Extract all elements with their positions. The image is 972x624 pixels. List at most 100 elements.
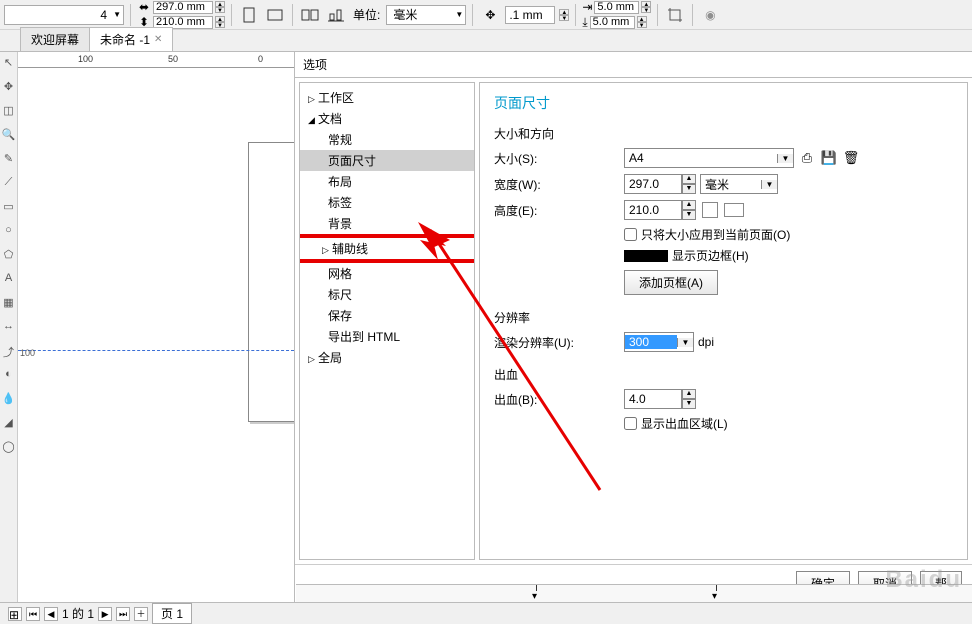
fill-tool-icon[interactable]: ◢ [2, 416, 16, 430]
dup-x-input[interactable] [594, 1, 639, 14]
show-bleed-label: 显示出血区域(L) [641, 415, 728, 432]
save-icon[interactable]: 💾 [820, 149, 838, 167]
property-bar: 4▼ ⬌ ▲▼ ⬍ ▲▼ 单位: 毫米▼ ✥ ▲▼ ⇥▲▼ ⤓▲▼ ◉ [0, 0, 972, 30]
ruler-value: 100 [20, 348, 35, 358]
freehand-tool-icon[interactable]: ✎ [2, 152, 16, 166]
width-label: 宽度(W): [494, 176, 624, 193]
landscape-option[interactable] [724, 203, 744, 217]
dup-y-input[interactable] [590, 16, 635, 29]
crop-icon[interactable] [664, 4, 686, 26]
landscape-button[interactable] [264, 4, 286, 26]
show-border-label: 显示页边框(H) [672, 247, 749, 264]
units-label: 单位: [351, 6, 382, 23]
spin-down[interactable]: ▼ [215, 22, 225, 28]
render-res-label: 渲染分辨率(U): [494, 334, 624, 351]
portrait-button[interactable] [238, 4, 260, 26]
bleed-section: 出血 [494, 366, 953, 383]
dup-x-icon: ⇥ [582, 0, 592, 14]
dialog-title: 选项 [295, 52, 972, 77]
width-input[interactable] [624, 174, 682, 194]
effects-tool-icon[interactable]: ◐ [2, 368, 16, 382]
duplicate-distance: ⇥▲▼ ⤓▲▼ [582, 0, 651, 29]
prev-page-button[interactable]: ◀ [44, 607, 58, 621]
tree-background[interactable]: 背景 [300, 213, 474, 234]
apply-current-label: 只将大小应用到当前页面(O) [641, 226, 790, 243]
connector-tool-icon[interactable]: ⤴ [2, 344, 16, 358]
pick-tool-icon[interactable]: ↖ [2, 56, 16, 70]
tree-page-size[interactable]: 页面尺寸 [300, 150, 474, 171]
toolbox: ↖ ✥ ◫ 🔍 ✎ ⟋ ▭ ○ ⬠ A ▦ ↔ ⤴ ◐ 💧 ◢ ◯ [0, 52, 18, 602]
redacted-checkbox [624, 250, 668, 262]
render-res-combo[interactable]: 300▼ [624, 332, 694, 352]
bleed-input[interactable] [624, 389, 682, 409]
align-bottom-icon[interactable] [325, 4, 347, 26]
portrait-option[interactable] [702, 202, 718, 218]
tree-label[interactable]: 标签 [300, 192, 474, 213]
shape-tool-icon[interactable]: ✥ [2, 80, 16, 94]
page-width-input[interactable] [153, 1, 213, 14]
horizontal-guideline[interactable] [18, 350, 294, 351]
table-tool-icon[interactable]: ▦ [2, 296, 16, 310]
resolution-section: 分辨率 [494, 309, 953, 326]
page-tab-1[interactable]: 页 1 [152, 603, 192, 624]
facing-pages-icon[interactable] [299, 4, 321, 26]
add-page-button[interactable]: ＋ [134, 607, 148, 621]
ellipse-tool-icon[interactable]: ○ [2, 224, 16, 238]
options-icon[interactable]: ◉ [699, 4, 721, 26]
width-icon: ⬌ [137, 0, 151, 14]
show-bleed-checkbox[interactable] [624, 417, 637, 430]
smart-tool-icon[interactable]: ⟋ [2, 176, 16, 190]
page-preset-dropdown[interactable]: 4▼ [4, 5, 124, 25]
apply-current-checkbox[interactable] [624, 228, 637, 241]
canvas[interactable]: 100 50 0 100 [18, 52, 294, 602]
spin-down[interactable]: ▼ [215, 7, 225, 13]
save-preset-icon[interactable]: ⎙ [798, 149, 816, 167]
rectangle-tool-icon[interactable]: ▭ [2, 200, 16, 214]
dimension-tool-icon[interactable]: ↔ [2, 320, 16, 334]
next-page-button[interactable]: ▶ [98, 607, 112, 621]
tab-welcome[interactable]: 欢迎屏幕 [20, 27, 90, 51]
dpi-label: dpi [698, 335, 714, 349]
close-icon[interactable]: ✕ [154, 34, 162, 45]
options-tree[interactable]: ▷工作区 ◢文档 常规 页面尺寸 布局 标签 背景 ▷辅助线 网格 标尺 保存 … [299, 82, 475, 560]
width-unit-combo[interactable]: 毫米▼ [700, 174, 778, 194]
eyedropper-tool-icon[interactable]: 💧 [2, 392, 16, 406]
polygon-tool-icon[interactable]: ⬠ [2, 248, 16, 262]
height-input[interactable] [624, 200, 682, 220]
nudge-input[interactable] [505, 6, 555, 24]
outline-tool-icon[interactable]: ◯ [2, 440, 16, 454]
tab-doc1[interactable]: 未命名 -1✕ [89, 27, 173, 51]
last-page-button[interactable]: ⏭ [116, 607, 130, 621]
page-info: 1 的 1 [62, 605, 94, 622]
tree-global[interactable]: ▷全局 [300, 347, 474, 368]
text-tool-icon[interactable]: A [2, 272, 16, 286]
bottom-ruler: ▾ ▾ [296, 584, 972, 602]
tree-layout[interactable]: 布局 [300, 171, 474, 192]
tree-rulers[interactable]: 标尺 [300, 284, 474, 305]
size-combo[interactable]: A4▼ [624, 148, 794, 168]
status-bar: ⊞ ⏮ ◀ 1 的 1 ▶ ⏭ ＋ 页 1 [0, 602, 972, 624]
crop-tool-icon[interactable]: ◫ [2, 104, 16, 118]
dup-y-icon: ⤓ [582, 15, 587, 30]
nudge-icon: ✥ [479, 4, 501, 26]
zoom-tool-icon[interactable]: 🔍 [2, 128, 16, 142]
tree-document[interactable]: ◢文档 [300, 108, 474, 129]
units-dropdown[interactable]: 毫米▼ [386, 5, 466, 25]
options-dialog: 选项 ▷工作区 ◢文档 常规 页面尺寸 布局 标签 背景 ▷辅助线 网格 标尺 … [294, 52, 972, 602]
tree-export-html[interactable]: 导出到 HTML [300, 326, 474, 347]
tree-guidelines[interactable]: ▷辅助线 [299, 238, 475, 259]
tree-workspace[interactable]: ▷工作区 [300, 87, 474, 108]
tree-save[interactable]: 保存 [300, 305, 474, 326]
document-tabs: 欢迎屏幕 未命名 -1✕ [0, 30, 972, 52]
spin-down[interactable]: ▼ [559, 15, 569, 21]
tree-general[interactable]: 常规 [300, 129, 474, 150]
delete-icon[interactable]: 🗑 [842, 149, 860, 167]
first-page-button[interactable]: ⏮ [26, 607, 40, 621]
page-sorter-icon[interactable]: ⊞ [8, 607, 22, 621]
size-orient-label: 大小和方向 [494, 125, 953, 142]
page-size-panel: 页面尺寸 大小和方向 大小(S): A4▼ ⎙ 💾 🗑 宽度(W): ▲▼ [479, 82, 968, 560]
page-rectangle [248, 142, 294, 422]
tree-grid[interactable]: 网格 [300, 263, 474, 284]
panel-heading: 页面尺寸 [494, 93, 953, 113]
add-frame-button[interactable]: 添加页框(A) [624, 270, 718, 295]
